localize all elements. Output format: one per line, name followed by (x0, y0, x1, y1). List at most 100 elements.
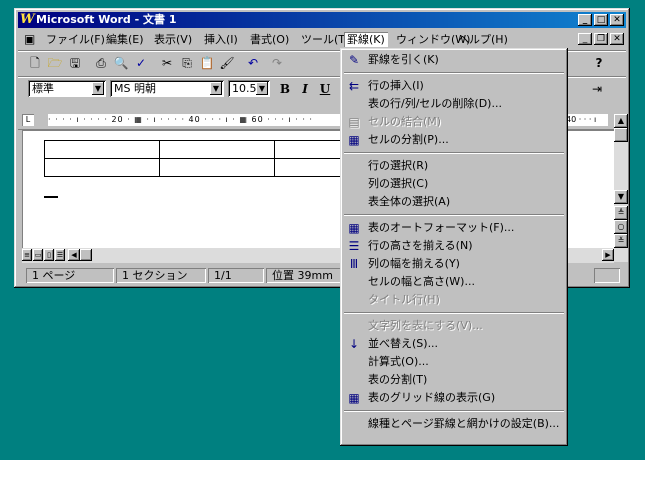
paste-icon[interactable]: 📋 (198, 55, 216, 71)
menu-format[interactable]: 書式(O) (250, 32, 289, 47)
table-menu-item-label: 線種とページ罫線と網かけの設定(B)... (368, 417, 560, 430)
scroll-up-icon[interactable]: ▲ (614, 114, 628, 128)
table-menu-item[interactable]: 表全体の選択(A) (343, 193, 565, 211)
table-menu-item[interactable]: ▤ セルの結合(M) (343, 113, 565, 131)
window-title: Microsoft Word - 文書 1 (36, 13, 177, 26)
undo-icon[interactable]: ↶ (244, 55, 262, 71)
table-menu-item[interactable]: ☰ 行の高さを揃える(N) (343, 237, 565, 255)
table-cell[interactable] (44, 158, 160, 177)
next-page-icon[interactable]: ≚ (614, 234, 628, 248)
page-layout-icon[interactable]: ▯ (44, 249, 54, 261)
outline-view-icon[interactable]: ☰ (55, 249, 65, 261)
close-button[interactable]: ✕ (610, 14, 624, 26)
font-dropdown-icon[interactable]: ▼ (210, 82, 222, 95)
normal-view-icon[interactable]: ≡ (22, 249, 32, 261)
table-menu-item[interactable]: ▦ セルの分割(P)... (343, 131, 565, 149)
scroll-thumb[interactable] (614, 128, 628, 142)
maximize-button[interactable]: □ (594, 14, 608, 26)
scroll-down-icon[interactable]: ▼ (614, 190, 628, 204)
table-menu-item-label: 並べ替え(S)... (368, 337, 439, 350)
table-menu-item[interactable]: Ⅲ 列の幅を揃える(Y) (343, 255, 565, 273)
size-value: 10.5 (232, 82, 257, 95)
new-document-icon[interactable]: 🗋 (26, 55, 44, 71)
redo-icon[interactable]: ↷ (268, 55, 286, 71)
online-layout-icon[interactable]: ▭ (33, 249, 43, 261)
doc-restore-button[interactable]: ❐ (594, 33, 608, 45)
table-menu-item[interactable]: ⇇ 行の挿入(I) (343, 77, 565, 95)
menu-table[interactable]: 罫線(K) (344, 32, 388, 47)
table-cell[interactable] (159, 140, 275, 159)
underline-button[interactable]: U (316, 81, 334, 97)
merge-cells-icon: ▤ (348, 115, 360, 129)
menu-separator (344, 410, 564, 412)
font-combo[interactable]: MS 明朝 ▼ (110, 80, 224, 97)
print-icon[interactable]: ⎙ (92, 55, 110, 71)
insert-row-icon: ⇇ (348, 79, 360, 93)
table-menu-item[interactable]: タイトル行(H) (343, 291, 565, 309)
spelling-icon[interactable]: ✓ (132, 55, 150, 71)
menu-insert[interactable]: 挿入(I) (204, 32, 238, 47)
scroll-left-icon[interactable]: ◀ (68, 249, 80, 261)
hscroll-thumb[interactable] (80, 249, 92, 261)
print-preview-icon[interactable]: 🔍 (112, 55, 130, 71)
help-icon[interactable]: ? (590, 55, 608, 71)
distribute-rows-icon: ☰ (348, 239, 360, 253)
ruler-right-scale: 40 · · · ı (566, 115, 597, 124)
table-menu-item[interactable]: 線種とページ罫線と網かけの設定(B)... (343, 415, 565, 433)
bold-button[interactable]: B (276, 81, 294, 97)
style-combo[interactable]: 標準 ▼ (28, 80, 106, 97)
table-row[interactable] (44, 158, 390, 177)
table-menu-item-label: セルの幅と高さ(W)... (368, 275, 475, 288)
save-icon[interactable]: 🖫 (66, 55, 84, 71)
doc-minimize-button[interactable]: _ (578, 33, 592, 45)
table-menu-item[interactable]: 列の選択(C) (343, 175, 565, 193)
word-logo-icon: W (20, 12, 35, 27)
browse-object-icon[interactable]: ○ (614, 220, 628, 234)
italic-button[interactable]: I (296, 81, 314, 97)
table-menu-item[interactable]: 文字列を表にする(V)... (343, 317, 565, 335)
menu-tools[interactable]: ツール(T) (301, 32, 349, 47)
format-painter-icon[interactable]: 🖌 (218, 55, 236, 71)
table-menu-item[interactable]: 表の行/列/セルの削除(D)... (343, 95, 565, 113)
table-cell[interactable] (44, 140, 160, 159)
menu-edit[interactable]: 編集(E) (106, 32, 144, 47)
menu-separator (344, 214, 564, 216)
size-dropdown-icon[interactable]: ▼ (256, 82, 268, 95)
size-combo[interactable]: 10.5 ▼ (228, 80, 270, 97)
table-menu-item[interactable]: 表の分割(T) (343, 371, 565, 389)
doc-close-button[interactable]: ✕ (610, 33, 624, 45)
increase-indent-icon[interactable]: ⇥ (588, 81, 606, 97)
table-menu-item[interactable]: 行の選択(R) (343, 157, 565, 175)
table-menu-item-label: セルの結合(M) (368, 115, 442, 128)
table-menu-item[interactable]: ↓ 並べ替え(S)... (343, 335, 565, 353)
copy-icon[interactable]: ⎘ (178, 55, 196, 71)
menu-help[interactable]: ヘルプ(H) (458, 32, 508, 47)
table-menu-item-label: セルの分割(P)... (368, 133, 449, 146)
cut-icon[interactable]: ✂ (158, 55, 176, 71)
table-menu-item[interactable]: ✎ 罫線を引く(K) (343, 51, 565, 69)
table-menu-item[interactable]: 計算式(O)... (343, 353, 565, 371)
document-table[interactable] (44, 140, 390, 177)
tab-selector-icon[interactable]: L (22, 114, 34, 126)
table-menu-item[interactable]: ▦ 表のグリッド線の表示(G) (343, 389, 565, 407)
scroll-right-icon[interactable]: ▶ (602, 249, 614, 261)
table-menu-item-label: 行の高さを揃える(N) (368, 239, 473, 252)
open-folder-icon[interactable]: 🗁 (46, 55, 64, 71)
table-menu-item-label: 表のグリッド線の表示(G) (368, 391, 496, 404)
table-menu-item[interactable]: ▦ 表のオートフォーマット(F)... (343, 219, 565, 237)
table-menu-item-label: 列の幅を揃える(Y) (368, 257, 460, 270)
document-icon[interactable]: ▣ (24, 32, 38, 47)
menu-file[interactable]: ファイル(F) (46, 32, 105, 47)
table-cell[interactable] (159, 158, 275, 177)
minimize-button[interactable]: _ (578, 14, 592, 26)
menu-bar: ▣ ファイル(F) 編集(E) 表示(V) 挿入(I) 書式(O) ツール(T)… (18, 30, 626, 48)
menu-separator (344, 72, 564, 74)
previous-page-icon[interactable]: ≜ (614, 206, 628, 220)
autoformat-icon: ▦ (348, 221, 360, 235)
status-mode-box (594, 268, 620, 283)
table-row[interactable] (44, 140, 390, 159)
vertical-scrollbar[interactable]: ▲ ▼ ≜ ○ ≚ (614, 114, 628, 262)
style-dropdown-icon[interactable]: ▼ (92, 82, 104, 95)
menu-view[interactable]: 表示(V) (154, 32, 192, 47)
table-menu-item[interactable]: セルの幅と高さ(W)... (343, 273, 565, 291)
